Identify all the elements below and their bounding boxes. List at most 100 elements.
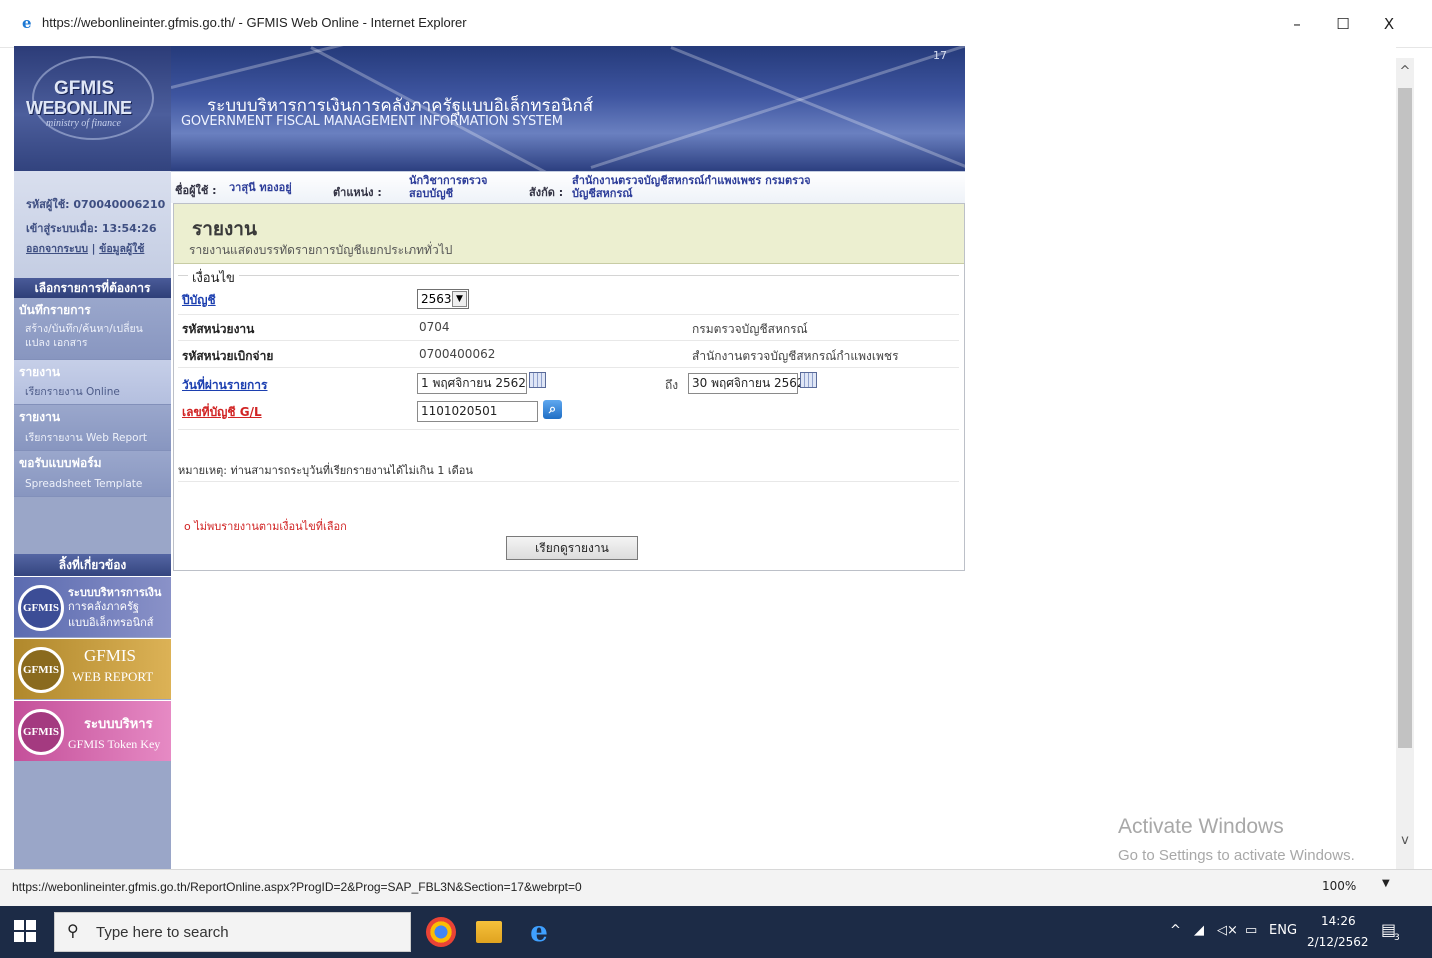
- close-button[interactable]: X: [1366, 8, 1412, 40]
- report-title-area: รายงาน รายงานแสดงบรรทัดรายการบัญชีแยกประ…: [174, 204, 964, 264]
- fiscal-year-label[interactable]: ปีบัญชี: [182, 291, 216, 310]
- site-header-banner: 17 ระบบบริหารการเงินการคลังภาครัฐแบบอิเล…: [171, 46, 965, 171]
- scroll-down-icon[interactable]: v: [1396, 833, 1414, 855]
- unit-code-value: 0704: [419, 320, 450, 334]
- user-code-label: รหัสผู้ใช้:: [26, 198, 70, 211]
- name-label: ชื่อผู้ใช้ :: [175, 184, 217, 197]
- clock-date[interactable]: 2/12/2562: [1307, 935, 1369, 949]
- to-label: ถึง: [665, 378, 679, 392]
- disbursement-code-label: รหัสหน่วยเบิกจ่าย: [182, 349, 274, 363]
- vertical-scrollbar[interactable]: ^ v: [1396, 58, 1414, 869]
- logo-line3: ministry of finance: [46, 118, 121, 129]
- user-info-box: รหัสผู้ใช้: 070040006210 เข้าสู่ระบบเมื่…: [14, 171, 171, 278]
- header-beam: [670, 46, 965, 169]
- row-divider: [178, 481, 959, 482]
- row-divider: [178, 340, 959, 341]
- logo-line1: GFMIS: [54, 78, 115, 99]
- internet-explorer-taskbar-icon[interactable]: e: [524, 917, 554, 947]
- left-sidebar: GFMIS WEBONLINE ministry of finance รหัส…: [14, 46, 171, 869]
- posting-date-label[interactable]: วันที่ผ่านรายการ: [182, 376, 268, 395]
- position-value-2: สอบบัญชี: [409, 187, 454, 200]
- menu-item-report-online[interactable]: รายงาน เรียกรายงาน Online: [14, 360, 171, 405]
- activation-watermark-subtitle: Go to Settings to activate Windows.: [1118, 847, 1355, 864]
- menu-item-title: บันทึกรายการ: [19, 303, 91, 317]
- header-number: 17: [933, 49, 947, 62]
- tray-chevron-icon[interactable]: ^: [1170, 923, 1181, 938]
- maximize-button[interactable]: ☐: [1320, 8, 1366, 40]
- status-url: https://webonlineinter.gfmis.go.th/Repor…: [12, 880, 582, 894]
- login-time-row: เข้าสู่ระบบเมื่อ: 13:54:26: [26, 219, 157, 237]
- gfmis-system-banner[interactable]: GFMIS ระบบบริหารการเงิน การคลังภาครัฐ แบ…: [14, 576, 171, 637]
- language-indicator[interactable]: ENG: [1269, 923, 1297, 938]
- gl-account-label[interactable]: เลขที่บัญชี G/L: [182, 403, 262, 422]
- disbursement-code-value: 0700400062: [419, 347, 496, 361]
- logout-link[interactable]: ออกจากระบบ: [26, 243, 88, 255]
- gfmis-web-report-banner[interactable]: GFMIS GFMIS WEB REPORT: [14, 638, 171, 699]
- row-divider: [178, 429, 959, 430]
- windows-taskbar: ⚲ Type here to search e ^ ◢ ◁× ▭ ENG 14:…: [0, 906, 1432, 958]
- notification-count: 3: [1394, 933, 1400, 943]
- window-title: https://webonlineinter.gfmis.go.th/ - GF…: [42, 15, 467, 30]
- header-english-title: GOVERNMENT FISCAL MANAGEMENT INFORMATION…: [181, 114, 563, 129]
- menu-item-forms[interactable]: ขอรับแบบฟอร์ม Spreadsheet Template: [14, 451, 171, 497]
- conditions-legend: เงื่อนไข: [188, 267, 239, 288]
- unit-code-label: รหัสหน่วยงาน: [182, 322, 255, 336]
- name-value: วาสุนี ทองอยู่: [229, 181, 292, 194]
- internet-explorer-icon: e: [22, 14, 32, 32]
- scroll-up-icon[interactable]: ^: [1396, 64, 1414, 86]
- affiliation-label: สังกัด :: [529, 186, 564, 199]
- chrome-icon[interactable]: [426, 917, 456, 947]
- file-explorer-icon[interactable]: [476, 921, 502, 943]
- menu-item-web-report[interactable]: รายงาน เรียกรายงาน Web Report: [14, 405, 171, 451]
- disbursement-name-value: สำนักงานตรวจบัญชีสหกรณ์กำแพงเพชร: [692, 349, 899, 363]
- clock-time[interactable]: 14:26: [1321, 914, 1356, 928]
- fiscal-year-select[interactable]: 2563 ▼: [417, 289, 469, 309]
- date-from-input[interactable]: 1 พฤศจิกายน 2562: [417, 373, 527, 394]
- window-titlebar: e https://webonlineinter.gfmis.go.th/ - …: [0, 0, 1432, 48]
- menu-header: เลือกรายการที่ต้องการ: [14, 278, 171, 298]
- gl-account-input[interactable]: 1101020501: [417, 401, 538, 422]
- gfmis-logo[interactable]: GFMIS WEBONLINE ministry of finance: [14, 46, 171, 171]
- screen: e https://webonlineinter.gfmis.go.th/ - …: [0, 0, 1432, 958]
- menu-item-transactions[interactable]: บันทึกรายการ สร้าง/บันทึก/ค้นหา/เปลี่ยน …: [14, 298, 171, 360]
- user-code-value: 070040006210: [73, 198, 166, 211]
- banner-text: ระบบบริหาร: [84, 717, 153, 732]
- scrollbar-thumb[interactable]: [1398, 88, 1412, 748]
- header-beam: [590, 46, 965, 169]
- position-label: ตำแหน่ง :: [333, 186, 382, 199]
- banner-text: WEB REPORT: [72, 669, 154, 684]
- banner-text: GFMIS: [84, 646, 136, 665]
- volume-icon[interactable]: ◁×: [1217, 923, 1238, 938]
- taskbar-search-placeholder: Type here to search: [96, 924, 229, 941]
- page-viewport: GFMIS WEBONLINE ministry of finance รหัส…: [14, 46, 1396, 869]
- menu-item-title: รายงาน: [19, 410, 61, 424]
- affiliation-value-2: บัญชีสหกรณ์: [572, 187, 633, 200]
- minimize-button[interactable]: –: [1274, 8, 1320, 40]
- zoom-level[interactable]: 100%: [1322, 879, 1356, 893]
- network-icon[interactable]: ◢: [1194, 923, 1204, 938]
- keyboard-icon[interactable]: ▭: [1245, 923, 1257, 938]
- login-time-value: 13:54:26: [101, 222, 157, 235]
- calendar-icon[interactable]: [800, 372, 817, 388]
- taskbar-search-box[interactable]: ⚲ Type here to search: [54, 912, 411, 952]
- view-report-button[interactable]: เรียกดูรายงาน: [506, 536, 638, 560]
- gfmis-token-key-banner[interactable]: GFMIS ระบบบริหาร GFMIS Token Key: [14, 700, 171, 761]
- browser-status-bar: https://webonlineinter.gfmis.go.th/Repor…: [0, 869, 1432, 906]
- no-report-warning: o ไม่พบรายงานตามเงื่อนไขที่เลือก: [184, 520, 347, 533]
- menu-item-title: รายงาน: [19, 365, 61, 379]
- banner-text: GFMIS Token Key: [68, 737, 161, 751]
- calendar-icon[interactable]: [529, 372, 546, 388]
- logo-line2: WEBONLINE: [26, 98, 132, 118]
- row-divider: [178, 367, 959, 368]
- profile-link[interactable]: ข้อมูลผู้ใช้: [99, 243, 144, 255]
- report-title: รายงาน: [192, 218, 257, 240]
- chevron-down-icon: ▼: [452, 291, 467, 307]
- banner-text: แบบอิเล็กทรอนิกส์: [68, 616, 154, 629]
- date-to-input[interactable]: 30 พฤศจิกายน 2562: [688, 373, 805, 394]
- search-icon[interactable]: ⌕: [543, 400, 562, 419]
- row-divider: [178, 314, 959, 315]
- gfmis-badge-icon: GFMIS: [18, 585, 64, 631]
- date-range-note: หมายเหตุ: ท่านสามารถระบุวันที่เรียกรายงา…: [178, 464, 473, 477]
- zoom-dropdown-icon[interactable]: ▼: [1382, 878, 1390, 889]
- windows-start-icon[interactable]: [14, 920, 38, 944]
